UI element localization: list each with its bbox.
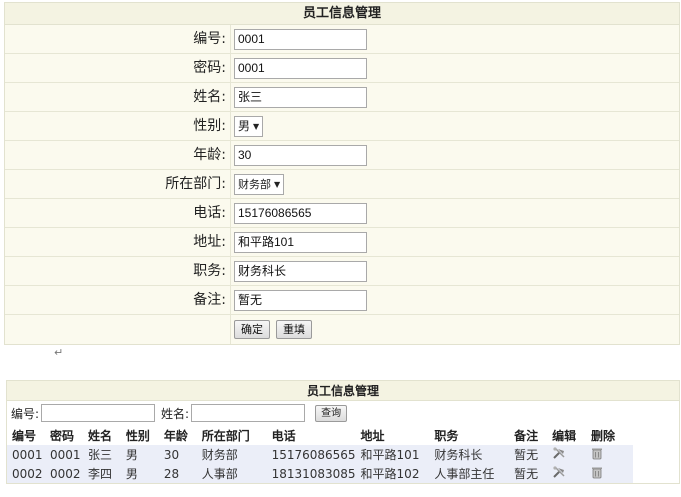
field-row-name: 姓名: 张三 bbox=[5, 83, 679, 112]
column-header: 备注 bbox=[509, 425, 548, 445]
age-input[interactable]: 30 bbox=[234, 144, 367, 166]
position-input[interactable]: 财务科长 bbox=[234, 260, 367, 282]
field-label-age: 年龄: bbox=[5, 141, 231, 169]
confirm-button[interactable]: 确定 bbox=[234, 320, 270, 339]
table-cell: 15176086565 bbox=[266, 445, 356, 464]
table-cell: 李四 bbox=[82, 464, 121, 483]
search-name-input[interactable] bbox=[191, 404, 306, 422]
gender-select[interactable]: 男 ▼ bbox=[234, 115, 264, 137]
field-label-remark: 备注: bbox=[5, 286, 231, 314]
field-label-phone: 电话: bbox=[5, 199, 231, 227]
field-row-password: 密码: 0001 bbox=[5, 54, 679, 83]
table-cell: 和平路101 bbox=[355, 445, 430, 464]
column-header: 地址 bbox=[355, 425, 430, 445]
department-select-value: 财务部 bbox=[238, 177, 271, 191]
column-header: 密码 bbox=[44, 425, 83, 445]
table-cell: 张三 bbox=[82, 445, 121, 464]
table-cell: 暂无 bbox=[509, 445, 548, 464]
column-header: 姓名 bbox=[82, 425, 121, 445]
field-label-password: 密码: bbox=[5, 54, 231, 82]
query-button[interactable]: 查询 bbox=[315, 404, 348, 422]
field-row-id: 编号: 0001 bbox=[5, 25, 679, 54]
department-select[interactable]: 财务部 ▼ bbox=[234, 173, 285, 195]
field-row-remark: 备注: 暂无 bbox=[5, 286, 679, 315]
table-row: 0001 0001 张三 男 30 财务部 15176086565 和平路101… bbox=[7, 445, 633, 464]
reset-button[interactable]: 重填 bbox=[276, 320, 312, 339]
field-row-position: 职务: 财务科长 bbox=[5, 257, 679, 286]
field-label-id: 编号: bbox=[5, 25, 231, 53]
name-input[interactable]: 张三 bbox=[234, 86, 367, 108]
table-cell: 暂无 bbox=[509, 464, 548, 483]
table-cell: 男 bbox=[120, 445, 159, 464]
search-name-label: 姓名: bbox=[161, 406, 190, 421]
field-label-position: 职务: bbox=[5, 257, 231, 285]
column-header: 性别 bbox=[120, 425, 159, 445]
password-input[interactable]: 0001 bbox=[234, 57, 367, 79]
field-label-name: 姓名: bbox=[5, 83, 231, 111]
table-cell: 30 bbox=[158, 445, 197, 464]
table-cell: 18131083085 bbox=[266, 464, 356, 483]
table-cell: 0002 bbox=[7, 464, 45, 483]
field-row-department: 所在部门: 财务部 ▼ bbox=[5, 170, 679, 199]
phone-input[interactable]: 15176086565 bbox=[234, 202, 367, 224]
column-header: 年龄 bbox=[158, 425, 197, 445]
button-row: 确定 重填 bbox=[5, 315, 679, 344]
delete-cell bbox=[586, 464, 633, 483]
table-cell: 男 bbox=[120, 464, 159, 483]
field-row-age: 年龄: 30 bbox=[5, 141, 679, 170]
employee-table: 编号 密码 姓名 性别 年龄 所在部门 电话 地址 职务 备注 编辑 删除 00… bbox=[7, 425, 633, 483]
table-cell: 28 bbox=[158, 464, 197, 483]
dropdown-caret-icon: ▼ bbox=[274, 179, 281, 189]
field-row-address: 地址: 和平路101 bbox=[5, 228, 679, 257]
table-cell: 人事部 bbox=[196, 464, 267, 483]
edit-tools-icon[interactable] bbox=[552, 465, 566, 479]
field-row-gender: 性别: 男 ▼ bbox=[5, 112, 679, 141]
table-cell: 0001 bbox=[7, 445, 45, 464]
column-header: 电话 bbox=[266, 425, 356, 445]
table-row: 0002 0002 李四 男 28 人事部 18131083085 和平路102… bbox=[7, 464, 633, 483]
dropdown-caret-icon: ▼ bbox=[253, 121, 260, 131]
search-id-input[interactable] bbox=[41, 404, 156, 422]
id-input[interactable]: 0001 bbox=[234, 28, 367, 50]
column-header: 职务 bbox=[429, 425, 510, 445]
employee-list: 员工信息管理 编号: 姓名: 查询 编号 密码 姓名 性别 年龄 所在部门 电话… bbox=[6, 380, 680, 484]
paragraph-mark: ↵ bbox=[54, 346, 64, 359]
gender-select-value: 男 bbox=[238, 118, 251, 133]
column-header: 所在部门 bbox=[196, 425, 267, 445]
table-cell: 人事部主任 bbox=[429, 464, 510, 483]
edit-cell bbox=[547, 464, 587, 483]
delete-cell bbox=[586, 445, 633, 464]
employee-form: 员工信息管理 编号: 0001 密码: 0001 姓名: 张三 性别: 男 ▼ … bbox=[4, 2, 680, 345]
edit-cell bbox=[547, 445, 587, 464]
field-label-gender: 性别: bbox=[5, 112, 231, 140]
table-header-row: 编号 密码 姓名 性别 年龄 所在部门 电话 地址 职务 备注 编辑 删除 bbox=[7, 425, 633, 445]
search-id-label: 编号: bbox=[11, 406, 40, 421]
field-row-phone: 电话: 15176086565 bbox=[5, 199, 679, 228]
list-title: 员工信息管理 bbox=[7, 381, 679, 401]
field-label-department: 所在部门: bbox=[5, 170, 231, 198]
search-bar: 编号: 姓名: 查询 bbox=[7, 401, 679, 425]
trash-icon[interactable] bbox=[591, 447, 603, 460]
table-cell: 和平路102 bbox=[355, 464, 430, 483]
column-header: 删除 bbox=[586, 425, 633, 445]
column-header: 编号 bbox=[7, 425, 45, 445]
remark-input[interactable]: 暂无 bbox=[234, 289, 367, 311]
trash-icon[interactable] bbox=[591, 466, 603, 479]
form-title: 员工信息管理 bbox=[5, 3, 679, 25]
button-row-spacer bbox=[5, 315, 231, 344]
table-cell: 0001 bbox=[44, 445, 83, 464]
address-input[interactable]: 和平路101 bbox=[234, 231, 367, 253]
field-label-address: 地址: bbox=[5, 228, 231, 256]
table-cell: 财务科长 bbox=[429, 445, 510, 464]
table-cell: 财务部 bbox=[196, 445, 267, 464]
column-header: 编辑 bbox=[547, 425, 587, 445]
edit-tools-icon[interactable] bbox=[552, 446, 566, 460]
table-cell: 0002 bbox=[44, 464, 83, 483]
